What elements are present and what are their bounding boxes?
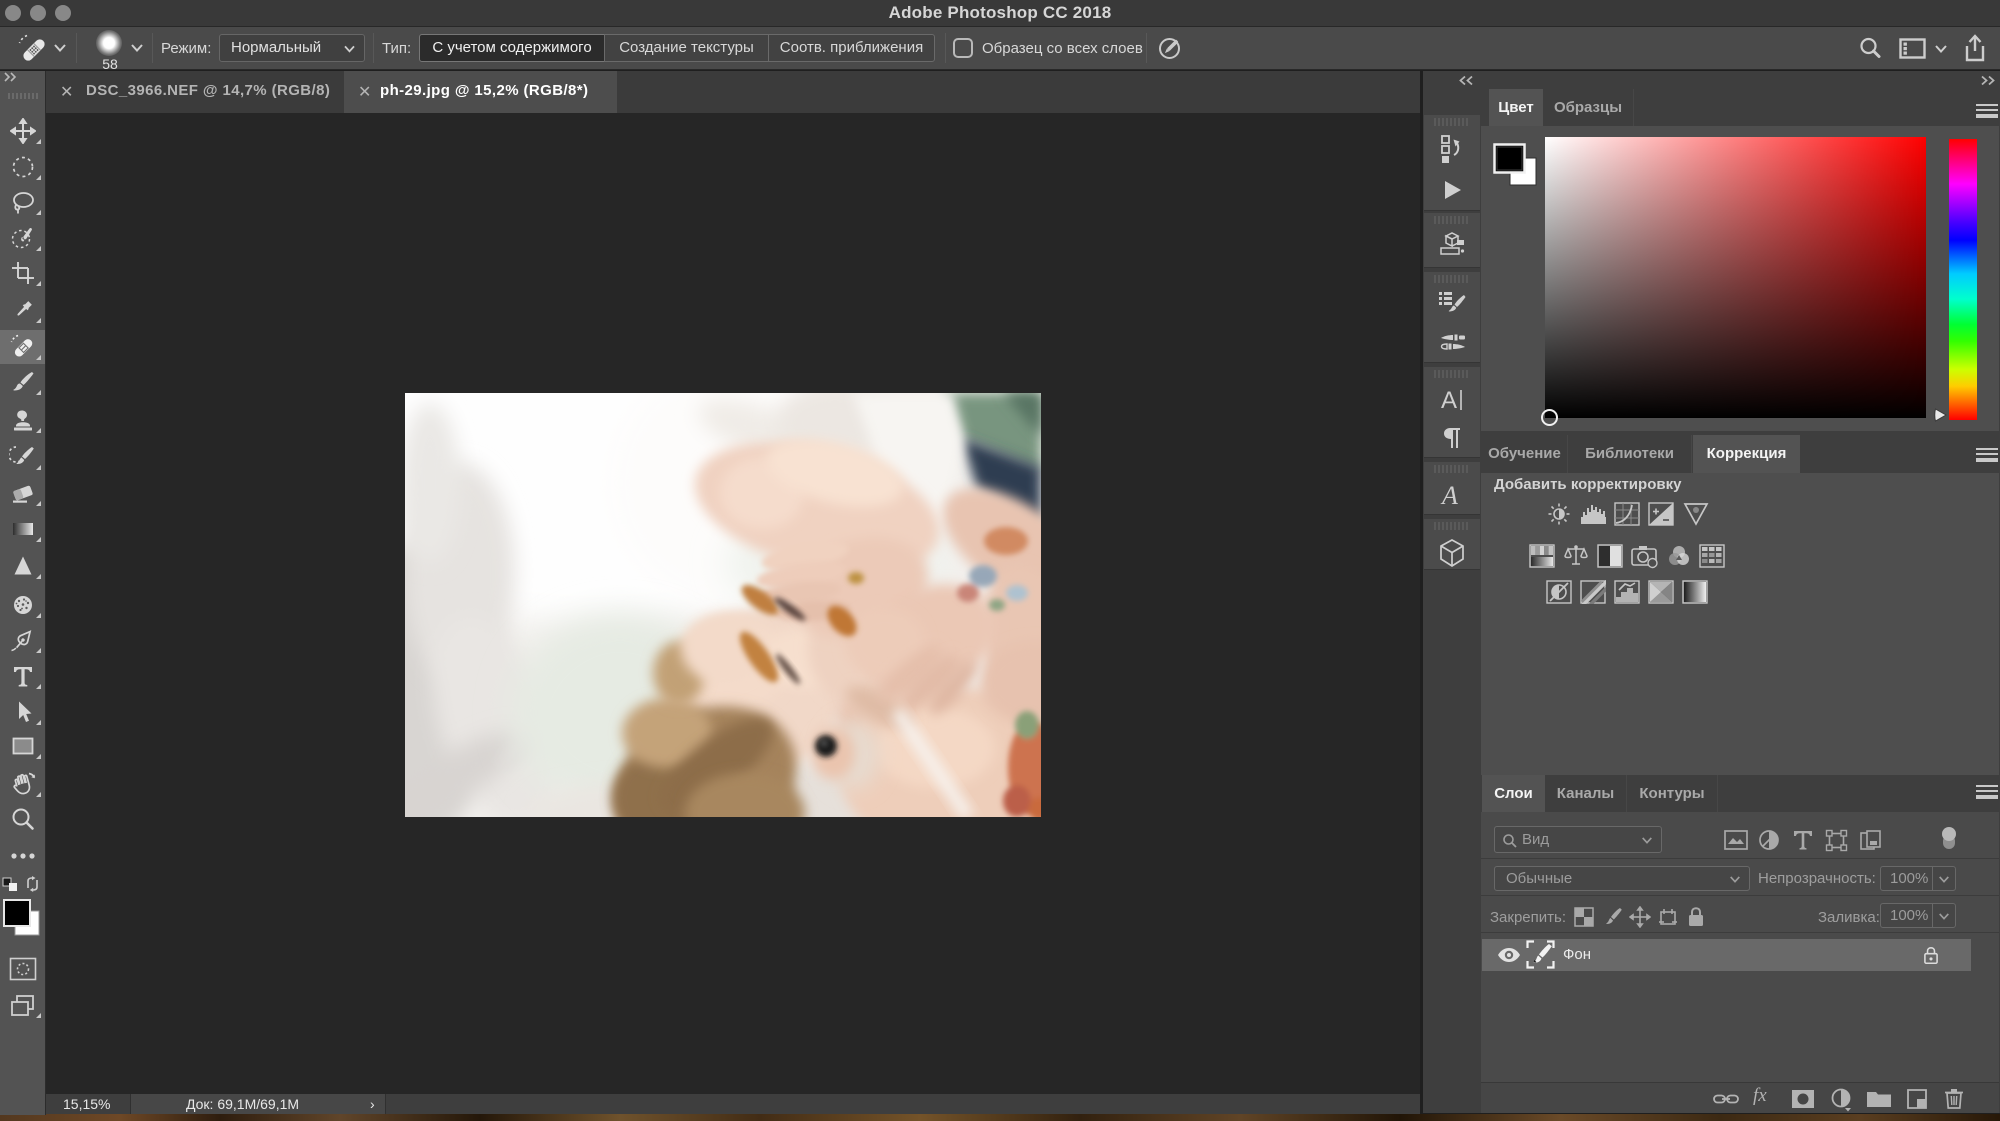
svg-text:A: A [1440,481,1458,510]
svg-text:A: A [1441,387,1457,414]
